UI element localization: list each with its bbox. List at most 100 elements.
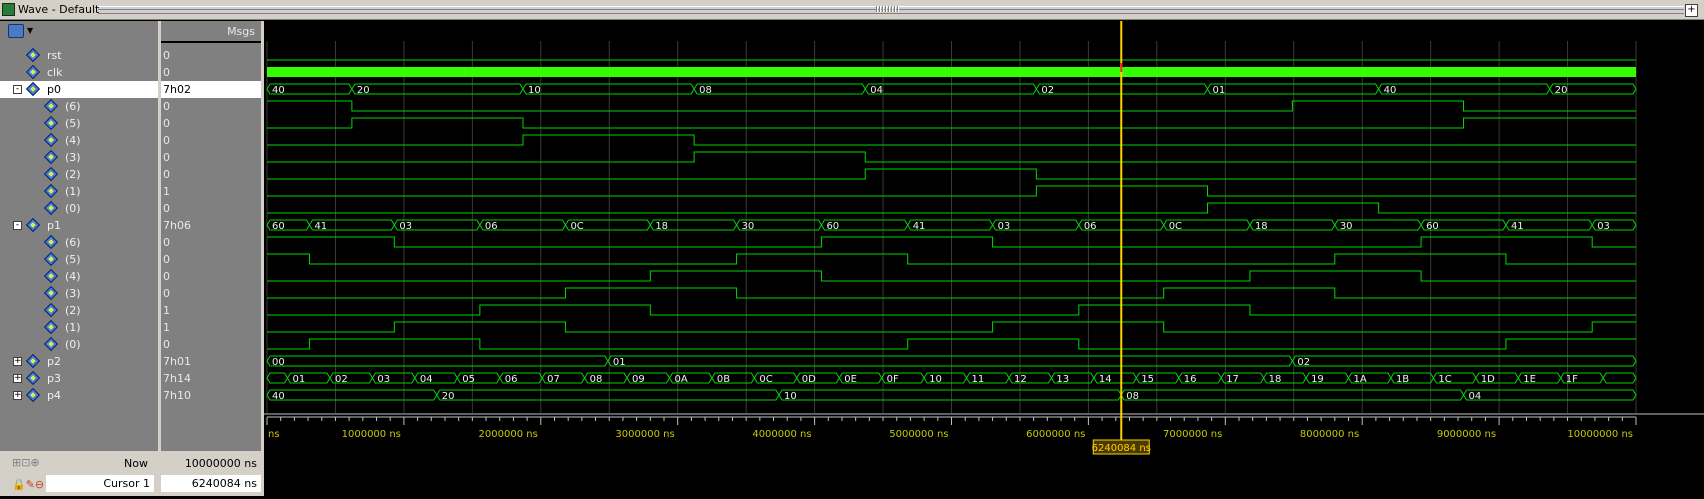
time-tick-label: 3000000 ns <box>615 429 674 440</box>
signal-value-row[interactable]: 0 <box>161 268 261 285</box>
signal-row[interactable]: - p1 <box>0 217 158 234</box>
signal-value: 7h06 <box>163 219 191 232</box>
signal-row[interactable]: (0) <box>0 336 158 353</box>
signal-value-row[interactable]: 7h14 <box>161 370 261 387</box>
grip-knob[interactable] <box>876 6 900 12</box>
bus-value-label: 07 <box>547 374 560 385</box>
bus-value-label: 0E <box>844 374 857 385</box>
bus-value-label: 1D <box>1481 374 1495 385</box>
time-tick-label: 1000000 ns <box>342 429 401 440</box>
signal-row[interactable]: + p4 <box>0 387 158 404</box>
expand-icon[interactable]: + <box>13 374 22 383</box>
bus-value-label: 60 <box>1426 221 1439 232</box>
signal-value-row[interactable]: 0 <box>161 98 261 115</box>
signal-row[interactable]: - p0 <box>0 81 158 98</box>
waveform-pane[interactable]: 40 20 10 08 04 02 01 40 20 60 41 03 06 0C 18 30 60 41 03 06… <box>264 21 1704 496</box>
signal-name: p1 <box>47 219 61 232</box>
signal-value-row[interactable]: 0 <box>161 251 261 268</box>
signal-value-row[interactable]: 1 <box>161 319 261 336</box>
signal-icon <box>25 353 41 369</box>
bus-value-label: 41 <box>1511 221 1524 232</box>
cursor-clock-mark <box>1120 63 1123 72</box>
signal-value-row[interactable]: 0 <box>161 149 261 166</box>
signal-value-row[interactable]: 0 <box>161 166 261 183</box>
signal-row[interactable]: + p2 <box>0 353 158 370</box>
expand-icon[interactable]: + <box>13 357 22 366</box>
bus-value-label: 01 <box>293 374 306 385</box>
signal-value: 7h01 <box>163 355 191 368</box>
bus-segment <box>1206 83 1380 95</box>
signal-value: 0 <box>163 151 170 164</box>
signal-icon <box>25 217 41 233</box>
bus-value-label: 08 <box>1126 391 1139 402</box>
bus-value-label: 10 <box>929 374 942 385</box>
signal-name: clk <box>47 66 63 79</box>
time-tick-label: 8000000 ns <box>1300 429 1359 440</box>
signal-value-row[interactable]: 0 <box>161 47 261 64</box>
signal-row[interactable]: (4) <box>0 132 158 149</box>
cursor-value: 6240084 ns <box>191 477 257 490</box>
signal-value: 0 <box>163 117 170 130</box>
bus-value-label: 0F <box>887 374 899 385</box>
signal-icon <box>43 319 59 335</box>
signal-name: (3) <box>65 151 81 164</box>
signal-value: 1 <box>163 321 170 334</box>
bus-value-label: 20 <box>442 391 455 402</box>
expand-icon[interactable]: + <box>13 391 22 400</box>
signal-value-row[interactable]: 0 <box>161 285 261 302</box>
signal-value-row[interactable]: 0 <box>161 234 261 251</box>
signal-row[interactable]: (0) <box>0 200 158 217</box>
signal-name: rst <box>47 49 62 62</box>
chevron-down-icon[interactable]: ▼ <box>27 26 33 35</box>
bus-value-label: 12 <box>1014 374 1027 385</box>
signal-row[interactable]: (1) <box>0 319 158 336</box>
bus-value-label: 40 <box>272 85 285 96</box>
signal-row[interactable]: (3) <box>0 285 158 302</box>
bus-value-label: 03 <box>998 221 1011 232</box>
collapse-icon[interactable]: - <box>13 221 22 230</box>
collapse-icon[interactable]: - <box>13 85 22 94</box>
signal-value-row[interactable]: 0 <box>161 200 261 217</box>
signal-row[interactable]: rst <box>0 47 158 64</box>
signal-value: 0 <box>163 270 170 283</box>
signal-value-row[interactable]: 1 <box>161 183 261 200</box>
signal-value-row[interactable]: 1 <box>161 302 261 319</box>
signal-row[interactable]: (6) <box>0 234 158 251</box>
maximize-button[interactable]: + <box>1685 4 1698 17</box>
signal-row[interactable]: (2) <box>0 302 158 319</box>
signal-value-row[interactable]: 7h02 <box>161 81 261 98</box>
signal-row[interactable]: (1) <box>0 183 158 200</box>
signal-value-row[interactable]: 0 <box>161 115 261 132</box>
cursor-value-box[interactable]: 6240084 ns <box>161 475 261 492</box>
bus-value-label: 10 <box>528 85 541 96</box>
signal-value-row[interactable]: 7h01 <box>161 353 261 370</box>
bus-value-label: 17 <box>1226 374 1239 385</box>
signal-value-row[interactable]: 7h06 <box>161 217 261 234</box>
bus-value-label: 0C <box>570 221 583 232</box>
bus-value-label: 1B <box>1396 374 1409 385</box>
now-icons: ⊞⊡⊕ <box>12 456 40 469</box>
signal-row[interactable]: (5) <box>0 115 158 132</box>
signal-value-row[interactable]: 7h10 <box>161 387 261 404</box>
signal-name: (4) <box>65 270 81 283</box>
bus-value-label: 60 <box>272 221 285 232</box>
signal-row[interactable]: (2) <box>0 166 158 183</box>
signal-value-row[interactable]: 0 <box>161 336 261 353</box>
wave-icon[interactable] <box>8 24 24 38</box>
cursor-name-box[interactable]: Cursor 1 <box>46 475 154 492</box>
bus-value-label: 40 <box>272 391 285 402</box>
bus-value-label: 19 <box>1311 374 1324 385</box>
signal-value-row[interactable]: 0 <box>161 64 261 81</box>
signal-row[interactable]: (3) <box>0 149 158 166</box>
bus-value-label: 13 <box>1056 374 1069 385</box>
signal-name: p4 <box>47 389 61 402</box>
signal-value-row[interactable]: 0 <box>161 132 261 149</box>
now-value: 10000000 ns <box>184 457 257 470</box>
signal-row[interactable]: (6) <box>0 98 158 115</box>
signal-row[interactable]: (4) <box>0 268 158 285</box>
signal-icon <box>43 98 59 114</box>
cursor-icons[interactable]: 🔒✎⊖ <box>12 478 44 491</box>
signal-row[interactable]: + p3 <box>0 370 158 387</box>
signal-row[interactable]: (5) <box>0 251 158 268</box>
signal-row[interactable]: clk <box>0 64 158 81</box>
